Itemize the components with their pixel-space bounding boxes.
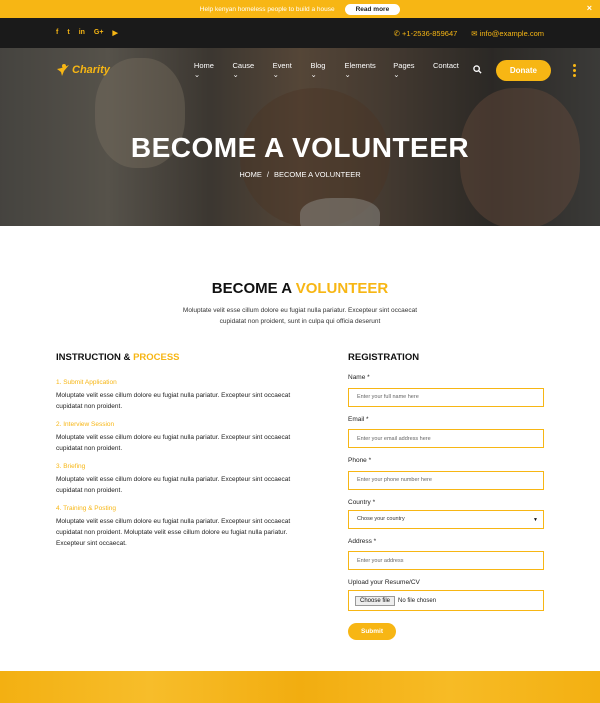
country-select-value: Chose your country	[357, 516, 405, 522]
instruction-section: INSTRUCTION & PROCESS 1. Submit Applicat…	[56, 352, 306, 558]
nav-label: Home	[193, 61, 214, 70]
phone-number: +1-2536-859647	[402, 28, 458, 38]
search-icon[interactable]	[473, 64, 482, 76]
nav-item-home[interactable]: Home ⌄	[194, 61, 220, 79]
youtube-icon[interactable]: ▶	[112, 29, 117, 37]
address-field-group: Address *	[348, 537, 544, 570]
section-title-accent: VOLUNTEER	[295, 280, 389, 297]
chevron-down-icon: ⌄	[232, 70, 239, 79]
country-label: Country *	[348, 498, 376, 506]
submit-button[interactable]: Submit	[348, 623, 397, 640]
step-text: Moluptate velit esse cillum dolore eu fu…	[56, 476, 291, 494]
nav-label: Elements	[344, 61, 376, 70]
step-text: Moluptate velit esse cillum dolore eu fu…	[56, 392, 291, 410]
site-logo[interactable]: Charity	[56, 63, 110, 77]
nav-label: Event	[272, 61, 292, 70]
nav-label: Pages	[393, 61, 415, 70]
heading-plain: INSTRUCTION &	[56, 352, 134, 363]
name-input[interactable]	[348, 387, 544, 407]
breadcrumb-current: BECOME A VOLUNTEER	[273, 170, 361, 179]
choose-file-button[interactable]: Choose file	[355, 595, 396, 606]
step-item: 3. Briefing Moluptate velit esse cillum …	[56, 463, 306, 496]
email-input[interactable]	[348, 429, 544, 448]
more-menu-icon[interactable]	[573, 63, 576, 77]
nav-label: Blog	[310, 61, 326, 70]
step-item: 1. Submit Application Moluptate velit es…	[56, 379, 306, 412]
main-navbar: Charity Home ⌄ Cause ⌄ Event ⌄ Blog ⌄ El…	[56, 58, 576, 82]
contact-bar: f t in G+ ▶ ✆ +1-2536-859647 ✉ info@exam…	[0, 18, 600, 48]
breadcrumb: HOME / BECOME A VOLUNTEER	[0, 170, 600, 179]
chevron-down-icon: ⌄	[272, 70, 279, 79]
logo-text: Charity	[72, 64, 110, 76]
upload-label: Upload your Resume/CV	[348, 579, 420, 586]
step-title: 3. Briefing	[56, 463, 86, 470]
nav-item-contact[interactable]: Contact	[433, 61, 459, 79]
google-plus-icon[interactable]: G+	[94, 29, 104, 37]
donate-button[interactable]: Donate	[495, 59, 551, 81]
section-title-plain: BECOME A	[211, 280, 296, 297]
file-status: No file chosen	[398, 597, 437, 604]
facebook-icon[interactable]: f	[56, 29, 58, 37]
dropdown-arrow-icon: ▼	[533, 516, 538, 523]
step-text: Moluptate velit esse cillum dolore eu fu…	[56, 434, 291, 452]
chevron-down-icon: ⌄	[344, 70, 351, 79]
email-field-group: Email *	[348, 415, 544, 448]
email-address: info@example.com	[479, 28, 544, 38]
step-item: 2. Interview Session Moluptate velit ess…	[56, 421, 306, 454]
phone-input[interactable]	[348, 470, 544, 490]
nav-item-blog[interactable]: Blog ⌄	[310, 61, 331, 79]
phone-field-group: Phone *	[348, 457, 544, 490]
page-title: BECOME A VOLUNTEER	[130, 132, 470, 163]
twitter-icon[interactable]: t	[67, 29, 69, 37]
country-field-group: Country * Chose your country ▼	[348, 499, 544, 529]
registration-heading: REGISTRATION	[348, 352, 420, 363]
registration-form: REGISTRATION Name * Email * Phone * Coun…	[348, 352, 544, 640]
chevron-down-icon: ⌄	[393, 70, 400, 79]
phone-icon: ✆	[393, 28, 400, 38]
email-label: Email *	[348, 415, 369, 423]
footer-band	[0, 671, 600, 703]
address-input[interactable]	[348, 551, 544, 570]
read-more-button[interactable]: Read more	[344, 3, 401, 15]
nav-item-elements[interactable]: Elements ⌄	[345, 61, 381, 79]
heading-accent: PROCESS	[133, 352, 180, 363]
chevron-down-icon: ⌄	[310, 70, 317, 79]
chevron-down-icon: ⌄	[193, 70, 201, 79]
nav-item-pages[interactable]: Pages ⌄	[393, 61, 420, 79]
step-title: 2. Interview Session	[56, 421, 115, 428]
breadcrumb-home[interactable]: HOME	[239, 170, 262, 179]
nav-item-event[interactable]: Event ⌄	[273, 61, 298, 79]
phone-label: Phone *	[348, 457, 372, 464]
file-upload: Choose file No file chosen	[348, 590, 544, 611]
announcement-bar: Help kenyan homeless people to build a h…	[0, 0, 600, 18]
announcement-text: Help kenyan homeless people to build a h…	[199, 5, 335, 13]
section-description: Moluptate velit esse cillum dolore eu fu…	[182, 307, 418, 325]
linkedin-icon[interactable]: in	[79, 29, 85, 37]
hero-banner: Charity Home ⌄ Cause ⌄ Event ⌄ Blog ⌄ El…	[0, 48, 600, 226]
upload-field-group: Upload your Resume/CV Choose file No fil…	[348, 579, 544, 611]
close-icon[interactable]: ×	[587, 3, 592, 13]
email-link[interactable]: ✉ info@example.com	[471, 29, 544, 38]
step-text: Moluptate velit esse cillum dolore eu fu…	[56, 518, 291, 547]
step-item: 4. Training & Posting Moluptate velit es…	[56, 505, 306, 549]
step-title: 1. Submit Application	[56, 379, 117, 386]
name-field-group: Name *	[348, 374, 544, 407]
country-select[interactable]: Chose your country ▼	[348, 509, 544, 529]
envelope-icon: ✉	[471, 28, 478, 38]
breadcrumb-separator: /	[266, 170, 269, 179]
phone-link[interactable]: ✆ +1-2536-859647	[394, 29, 458, 38]
nav-menu: Home ⌄ Cause ⌄ Event ⌄ Blog ⌄ Elements ⌄…	[194, 61, 459, 79]
section-title: BECOME A VOLUNTEER	[0, 280, 600, 297]
contact-info: ✆ +1-2536-859647 ✉ info@example.com	[394, 29, 544, 38]
nav-item-cause[interactable]: Cause ⌄	[233, 61, 260, 79]
nav-label: Cause	[232, 61, 255, 70]
person-logo-icon	[56, 63, 70, 77]
address-label: Address *	[348, 537, 377, 545]
instruction-heading: INSTRUCTION & PROCESS	[56, 352, 306, 363]
name-label: Name *	[348, 374, 370, 381]
step-title: 4. Training & Posting	[56, 505, 116, 512]
social-links: f t in G+ ▶	[56, 29, 118, 37]
